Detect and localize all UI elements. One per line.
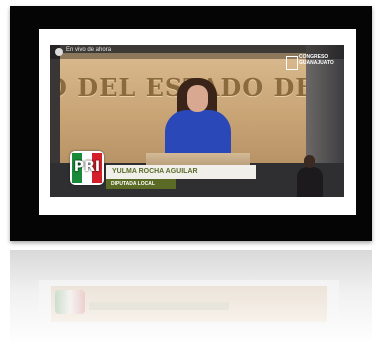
interpreter-body	[297, 167, 323, 197]
interpreter-head	[304, 155, 315, 168]
sign-language-interpreter	[294, 155, 324, 197]
reflection-inner	[39, 280, 339, 328]
mirror-reflection	[10, 250, 372, 345]
congress-logo: CONGRESO GUANAJUATO	[286, 53, 334, 75]
channel-icon[interactable]	[55, 48, 63, 56]
video-frame[interactable]: O DEL ESTADO DE G En vivo de ahora CONGR…	[50, 45, 344, 197]
speaker-name: YULMA ROCHA AGUILAR	[112, 168, 198, 175]
speaker-name-plate: YULMA ROCHA AGUILAR	[106, 165, 256, 179]
reflection-party-logo	[55, 290, 85, 314]
congress-mark-icon	[286, 56, 298, 70]
live-label: En vivo de ahora	[66, 47, 112, 53]
party-logo: PRI	[70, 151, 104, 185]
reflection-name-plate	[89, 302, 229, 310]
congress-name: CONGRESO GUANAJUATO	[299, 54, 334, 66]
speaker-role-plate: DIPUTADA LOCAL	[106, 179, 176, 189]
party-logo-text: PRI	[73, 159, 101, 175]
speaker-face	[187, 85, 208, 112]
speaker-role: DIPUTADA LOCAL	[111, 181, 155, 187]
